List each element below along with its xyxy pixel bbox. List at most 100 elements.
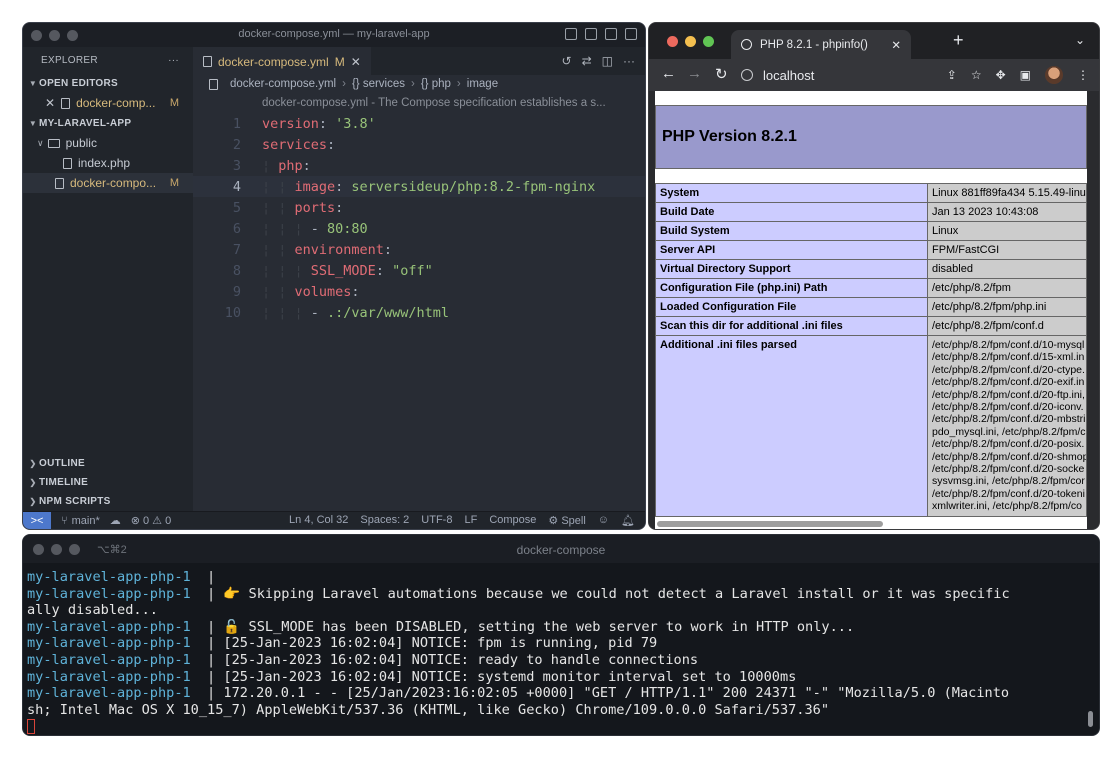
code-line[interactable]: 9 ¦ ¦ volumes: [193, 281, 645, 302]
yaml-value: '3.8' [335, 115, 376, 132]
tab-search-chevron-icon[interactable]: ⌄ [1075, 33, 1085, 47]
tree-item-docker-compose[interactable]: docker-compo... M [23, 173, 193, 193]
more-actions-icon[interactable]: ··· [168, 55, 179, 66]
timeline-section[interactable]: ❯ TIMELINE [23, 473, 193, 492]
git-branch[interactable]: main* [72, 515, 100, 527]
file-icon [209, 78, 218, 90]
table-row: Server API FPM/FastCGI [655, 240, 1087, 260]
share-icon[interactable]: ⇪ [947, 68, 957, 82]
end-of-line[interactable]: LF [464, 514, 477, 527]
service-name: my-laravel-app-php-1 [27, 585, 191, 602]
close-editor-icon[interactable]: ✕ [45, 96, 55, 110]
address-bar[interactable]: localhost [741, 63, 955, 87]
window-controls[interactable] [667, 36, 714, 47]
close-window-button[interactable] [667, 36, 678, 47]
tab-docker-compose[interactable]: docker-compose.yml M ✕ [193, 47, 371, 75]
yaml-key: version [262, 115, 319, 132]
tree-item-public[interactable]: ∨ public [23, 133, 193, 153]
spell-label: Spell [561, 515, 586, 527]
line-number: 1 [232, 115, 241, 132]
code-line[interactable]: 10 ¦ ¦ ¦ - .:/var/www/html [193, 302, 645, 323]
site-info-icon[interactable] [741, 69, 753, 81]
close-tab-icon[interactable]: ✕ [891, 38, 901, 52]
open-editor-item[interactable]: ✕ docker-comp... M [23, 93, 193, 113]
spell-check[interactable]: ⚙ Spell [548, 514, 585, 527]
vertical-scrollbar[interactable] [1088, 711, 1093, 727]
breadcrumb-item[interactable]: {} php [421, 78, 451, 90]
service-name: my-laravel-app-php-1 [27, 618, 191, 635]
toggle-secondary-sidebar-icon[interactable] [605, 28, 617, 40]
terminal-output[interactable]: my-laravel-app-php-1 | my-laravel-app-php… [23, 563, 1099, 735]
remote-icon[interactable]: >< [23, 511, 51, 529]
back-arrow-icon[interactable]: ← [661, 65, 676, 82]
outline-section[interactable]: ❯ OUTLINE [23, 454, 193, 473]
info-value: /etc/php/8.2/fpm [927, 278, 1087, 298]
code-line[interactable]: 2 services: [193, 134, 645, 155]
yaml-key: services [262, 136, 328, 153]
info-value: /etc/php/8.2/fpm/php.ini [927, 297, 1087, 317]
terminal-title: docker-compose [516, 543, 606, 557]
browser-tab[interactable]: PHP 8.2.1 - phpinfo() ✕ [731, 30, 911, 59]
code-line[interactable]: 5 ¦ ¦ ports: [193, 197, 645, 218]
breadcrumb-item[interactable]: {} services [352, 78, 405, 90]
more-actions-icon[interactable]: ··· [623, 54, 635, 68]
code-line[interactable]: 1 version: '3.8' [193, 113, 645, 134]
code-line-current[interactable]: 4 ¦ ¦ image: serversideup/php:8.2-fpm-ngi… [193, 176, 645, 197]
language-mode[interactable]: Compose [489, 514, 536, 527]
split-editor-icon[interactable]: ◫ [602, 54, 613, 68]
horizontal-scrollbar[interactable] [657, 521, 883, 527]
schema-hint[interactable]: docker-compose.yml - The Compose specifi… [193, 93, 645, 113]
timeline-icon[interactable]: ↺ [562, 54, 572, 68]
customize-layout-icon[interactable] [625, 28, 637, 40]
url-text[interactable]: localhost [763, 68, 814, 83]
info-key: Virtual Directory Support [655, 259, 928, 279]
log-message: | [25-Jan-2023 16:02:04] NOTICE: fpm is … [190, 635, 658, 652]
tree-item-index-php[interactable]: index.php [23, 153, 193, 173]
breadcrumb-item[interactable]: image [467, 78, 498, 90]
file-icon [61, 97, 71, 109]
bookmark-star-icon[interactable]: ☆ [971, 68, 982, 82]
breadcrumb-item[interactable]: docker-compose.yml [230, 78, 336, 90]
code-line[interactable]: 6 ¦ ¦ ¦ - 80:80 [193, 218, 645, 239]
minimize-window-button[interactable] [685, 36, 696, 47]
profile-avatar[interactable] [1045, 66, 1063, 84]
new-tab-button[interactable]: + [953, 30, 964, 51]
code-line[interactable]: 8 ¦ ¦ ¦ SSL_MODE: "off" [193, 260, 645, 281]
indentation[interactable]: Spaces: 2 [360, 514, 409, 527]
yaml-key: SSL_MODE [310, 262, 376, 279]
code-line[interactable]: 7 ¦ ¦ environment: [193, 239, 645, 260]
notifications-icon[interactable]: 🔔︎ [621, 514, 635, 527]
compare-icon[interactable]: ⇄ [582, 54, 592, 68]
project-section[interactable]: ▼ MY-LARAVEL-APP [23, 113, 193, 133]
file-icon [63, 157, 72, 169]
toggle-panel-icon[interactable] [585, 28, 597, 40]
reload-icon[interactable]: ↻ [715, 65, 728, 83]
toggle-sidebar-icon[interactable] [565, 28, 577, 40]
encoding[interactable]: UTF-8 [421, 514, 452, 527]
forward-arrow-icon[interactable]: → [687, 65, 702, 82]
terminal-prompt[interactable] [27, 718, 1099, 735]
menu-kebab-icon[interactable]: ⋮ [1077, 68, 1089, 82]
side-panel-icon[interactable]: ▣ [1020, 68, 1031, 82]
file-icon [55, 177, 64, 189]
problems-indicator[interactable]: ⊗ 0 ⚠ 0 [131, 514, 171, 527]
npm-scripts-section[interactable]: ❯ NPM SCRIPTS [23, 492, 193, 511]
sync-icon[interactable]: ☁ [110, 514, 121, 527]
feedback-icon[interactable]: ☺ [598, 514, 609, 527]
yaml-key: environment [294, 241, 384, 258]
terminal-line: ally disabled... [27, 602, 1099, 619]
breadcrumb-separator-icon: › [456, 78, 461, 90]
ini-file-line: /etc/php/8.2/fpm/conf.d/10-mysql [932, 339, 1085, 351]
code-line[interactable]: 3 ¦ php: [193, 155, 645, 176]
zoom-window-button[interactable] [703, 36, 714, 47]
modified-badge: M [169, 177, 179, 189]
page-viewport[interactable]: PHP Version 8.2.1 System Linux 881ff89fa4… [655, 91, 1087, 529]
close-tab-icon[interactable]: ✕ [351, 55, 361, 69]
extensions-puzzle-icon[interactable]: ✥ [996, 68, 1006, 82]
ini-file-line: /etc/php/8.2/fpm/conf.d/20-exif.in [932, 376, 1085, 389]
status-right: Ln 4, Col 32 Spaces: 2 UTF-8 LF Compose … [289, 514, 635, 527]
cursor-position[interactable]: Ln 4, Col 32 [289, 514, 348, 527]
open-editors-section[interactable]: ▼ OPEN EDITORS [23, 73, 193, 93]
code-editor[interactable]: 1 version: '3.8' 2 services: 3 ¦ php: 4 ¦ ¦ … [193, 113, 645, 323]
table-row: Additional .ini files parsed /etc/php/8.… [655, 335, 1087, 517]
